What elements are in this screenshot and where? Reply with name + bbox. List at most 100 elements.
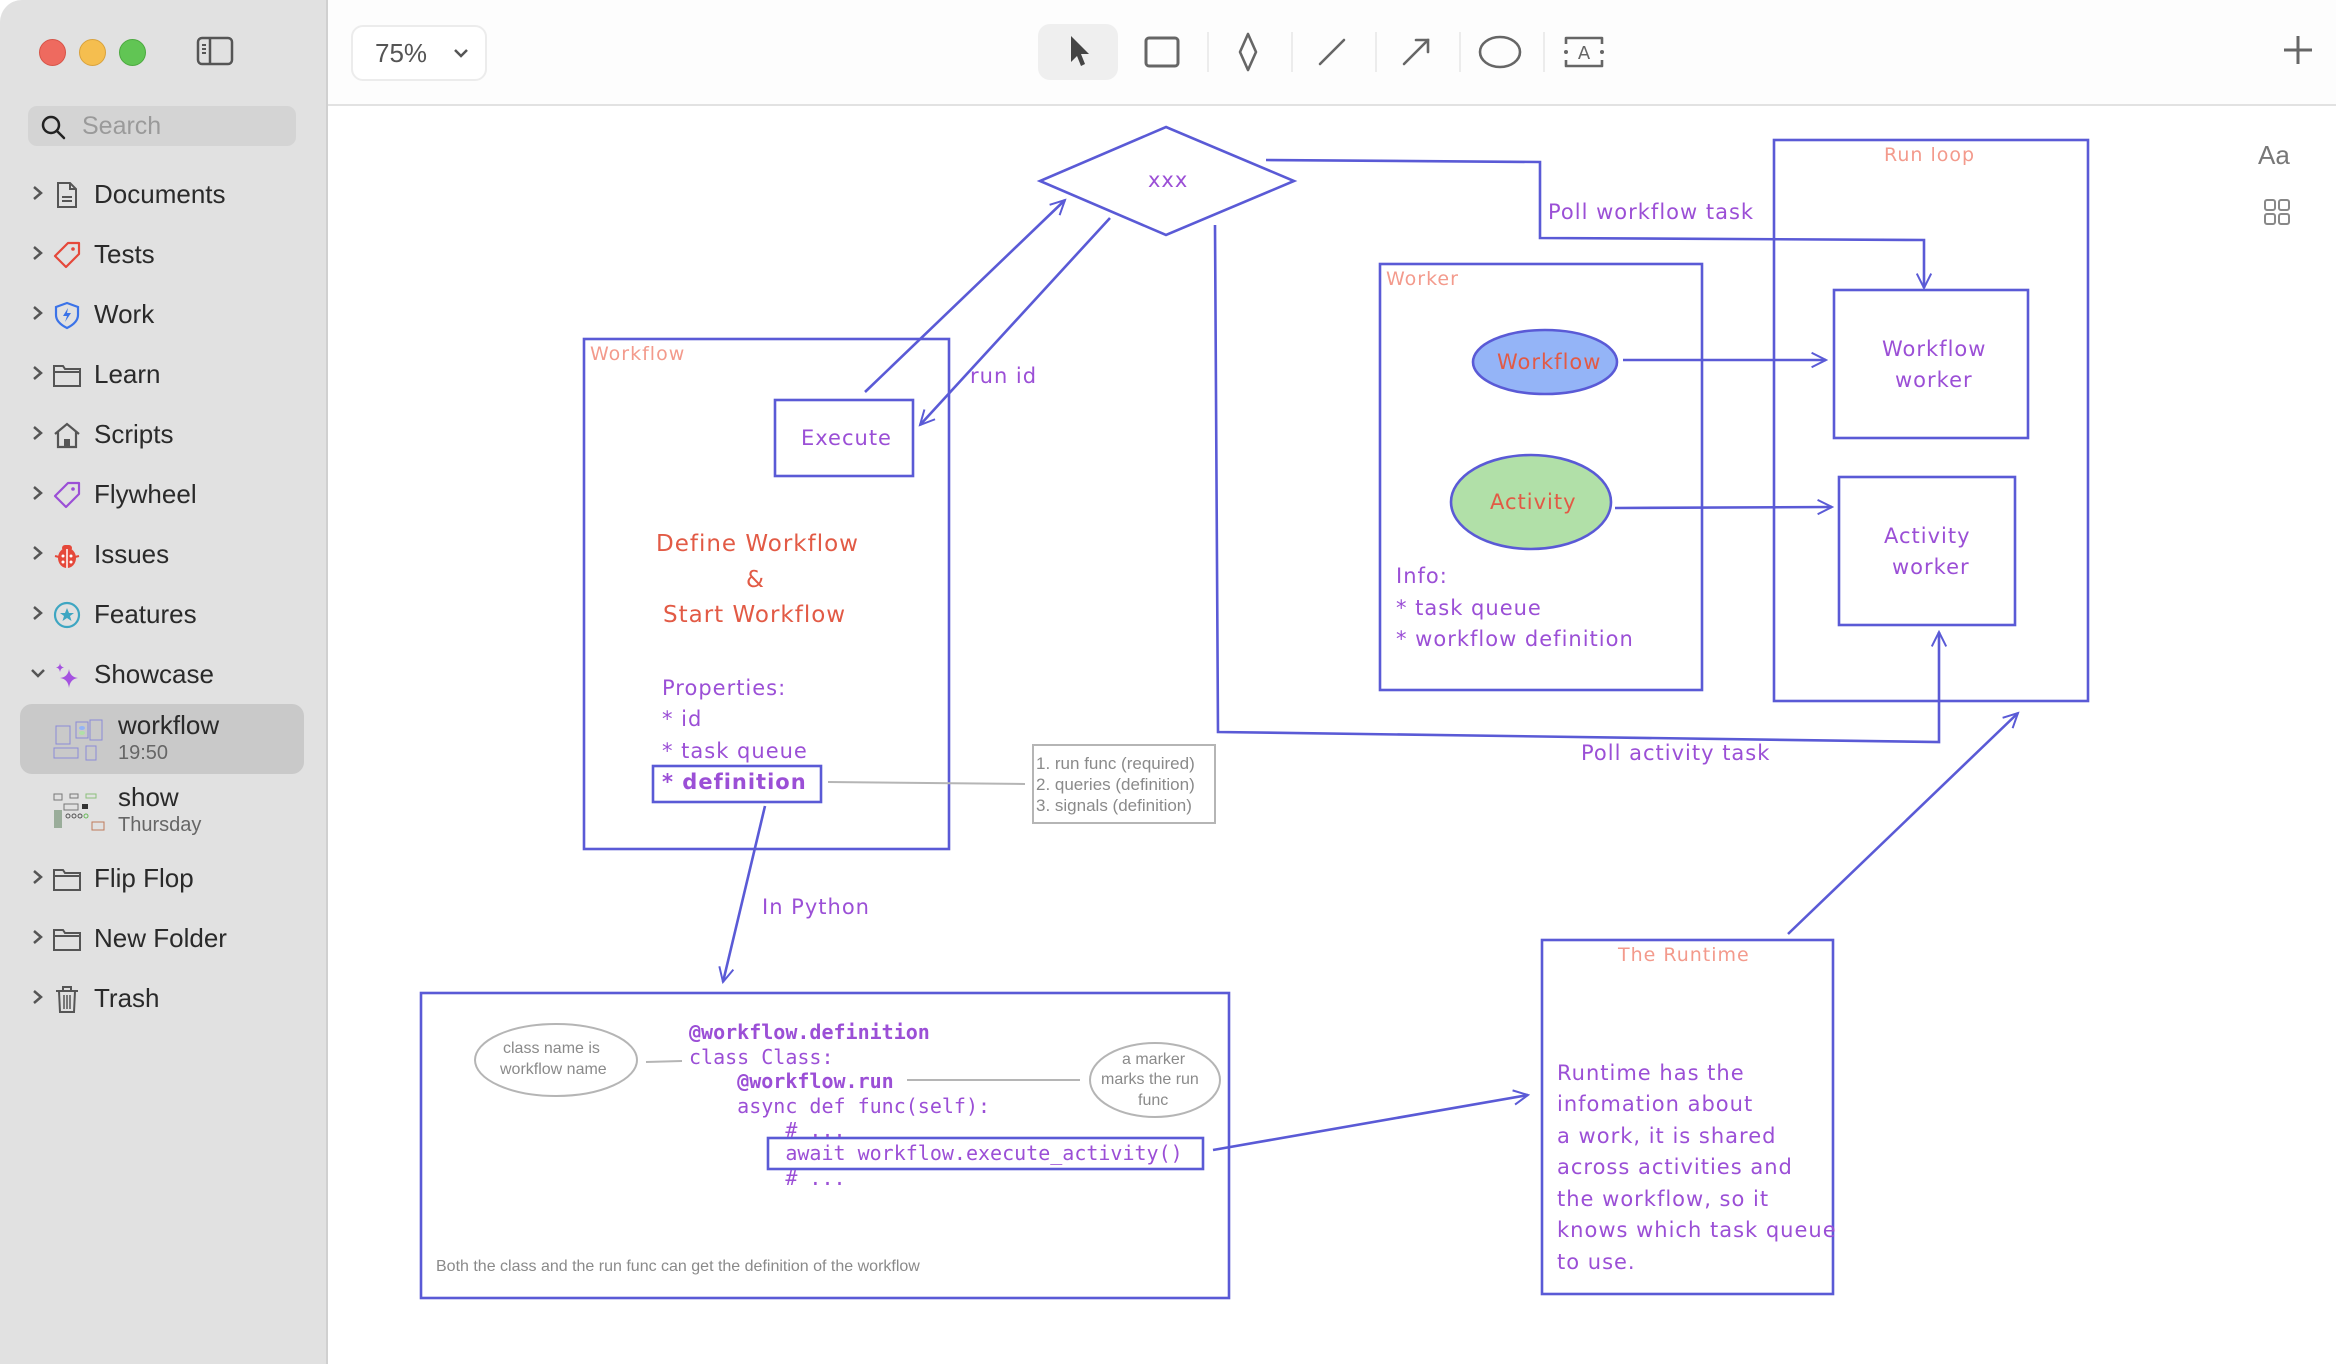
activity-to-runtime-arrow[interactable]	[1212, 1095, 1528, 1152]
code-line: @workflow.definition	[689, 1020, 930, 1044]
marker-note-line: marks the run	[1101, 1071, 1199, 1088]
sidebar-item-issues[interactable]: Issues	[0, 530, 326, 580]
poll-workflow-arrow[interactable]	[1265, 158, 1924, 288]
code-line: @workflow.run	[689, 1069, 894, 1093]
document-item-workflow[interactable]: workflow 19:50	[20, 704, 304, 774]
info-item: * workflow definition	[1396, 627, 1634, 651]
definition-note-connector	[827, 781, 1026, 785]
star-circle-icon	[53, 601, 81, 629]
line-icon	[1318, 38, 1346, 66]
class-note-line: class name is	[503, 1040, 600, 1057]
chevron-right-icon[interactable]	[30, 986, 46, 1008]
sidebar-item-label: Showcase	[94, 659, 214, 689]
search-input[interactable]: Search	[28, 106, 296, 146]
run-id-label: run id	[970, 364, 1038, 388]
chevron-right-icon[interactable]	[30, 182, 46, 204]
sidebar-item-features[interactable]: Features	[0, 590, 326, 640]
runtime-body-line: a work, it is shared	[1557, 1124, 1777, 1148]
sidebar-item-new-folder[interactable]: New Folder	[0, 914, 326, 964]
tag-icon	[53, 241, 81, 269]
sidebar-item-documents[interactable]: Documents	[0, 170, 326, 220]
search-placeholder: Search	[82, 112, 162, 140]
run-loop-box[interactable]	[1772, 138, 2090, 703]
sidebar-item-tests[interactable]: Tests	[0, 230, 326, 280]
poll-activity-label: Poll activity task	[1581, 741, 1771, 765]
code-line: # ...	[689, 1166, 846, 1190]
sidebar-item-label: Tests	[94, 239, 155, 269]
sidebar-item-trash[interactable]: Trash	[0, 974, 326, 1024]
class-note-ellipse[interactable]	[474, 1023, 638, 1097]
folder-icon	[53, 929, 81, 951]
diamond-tool-button[interactable]	[1208, 24, 1288, 80]
runtime-to-runloop-arrow[interactable]	[1787, 713, 2018, 935]
sidebar-item-scripts[interactable]: Scripts	[0, 410, 326, 460]
chevron-right-icon[interactable]	[30, 482, 46, 504]
sidebar-item-showcase[interactable]: Showcase	[0, 650, 326, 700]
sidebar-item-flip-flop[interactable]: Flip Flop	[0, 854, 326, 904]
run-loop-title: Run loop	[1884, 144, 1976, 166]
marker-note-line: func	[1138, 1092, 1169, 1109]
rectangle-icon	[1144, 36, 1180, 68]
line-tool-button[interactable]	[1292, 24, 1372, 80]
code-line: async def func(self):	[689, 1094, 991, 1118]
chevron-right-icon[interactable]	[30, 602, 46, 624]
ampersand-heading: &	[746, 567, 765, 593]
ellipse-tool-button[interactable]	[1460, 24, 1540, 80]
ellipse-icon	[1478, 35, 1522, 69]
svg-text:A: A	[1578, 43, 1591, 64]
chevron-right-icon[interactable]	[30, 362, 46, 384]
folder-icon	[53, 869, 81, 891]
runtime-body-line: Runtime has the	[1557, 1061, 1745, 1085]
font-style-button[interactable]: Aa	[2258, 140, 2290, 171]
arrow-tool-button[interactable]	[1376, 24, 1456, 80]
shield-bolt-icon	[54, 301, 80, 330]
sidebar-item-label: Scripts	[94, 419, 174, 449]
document-item-show[interactable]: show Thursday	[20, 776, 304, 846]
chevron-right-icon[interactable]	[30, 542, 46, 564]
runtime-body-line: knows which task queue	[1557, 1218, 1837, 1242]
chevron-right-icon[interactable]	[30, 926, 46, 948]
poll-activity-arrow[interactable]	[1213, 224, 1939, 744]
rectangle-tool-button[interactable]	[1122, 24, 1202, 80]
runtime-body-line: infomation about	[1557, 1092, 1754, 1116]
code-line: class Class:	[689, 1045, 834, 1069]
sidebar-item-work[interactable]: Work	[0, 290, 326, 340]
zoom-level-select[interactable]: 75%	[351, 25, 487, 81]
text-tool-button[interactable]: A	[1544, 24, 1624, 80]
arrow-icon	[1402, 38, 1430, 66]
add-plus-icon[interactable]	[2280, 30, 2316, 70]
grid-icon[interactable]	[2262, 198, 2292, 226]
activity-worker-label: Activity	[1884, 524, 1971, 548]
close-window-button[interactable]	[39, 39, 66, 66]
activity-to-worker-arrow[interactable]	[1614, 507, 1832, 508]
sidebar-toggle-icon[interactable]	[196, 36, 234, 66]
workflow-worker-box[interactable]	[1832, 288, 2030, 440]
zoom-window-button[interactable]	[119, 39, 146, 66]
chevron-right-icon[interactable]	[30, 302, 46, 324]
workflow-box-title: Workflow	[590, 343, 686, 365]
select-tool-button[interactable]	[1038, 24, 1118, 80]
in-python-arrow[interactable]	[723, 805, 767, 982]
property-item: * task queue	[662, 739, 808, 763]
zoom-level-value: 75%	[375, 38, 428, 68]
info-title: Info:	[1396, 564, 1448, 588]
definition-note-line: 1. run func (required)	[1036, 754, 1195, 773]
chevron-right-icon[interactable]	[30, 242, 46, 264]
info-item: * task queue	[1396, 596, 1542, 620]
house-icon	[54, 422, 80, 449]
run-id-arrow[interactable]	[920, 217, 1111, 425]
sidebar-item-flywheel[interactable]: Flywheel	[0, 470, 326, 520]
chevron-right-icon[interactable]	[30, 866, 46, 888]
minimize-window-button[interactable]	[79, 39, 106, 66]
code-box-footer: Both the class and the run func can get …	[436, 1258, 920, 1275]
definition-note-line: 3. signals (definition)	[1036, 796, 1192, 815]
class-note-connector	[645, 1060, 683, 1063]
chevron-right-icon[interactable]	[30, 422, 46, 444]
property-item: * id	[662, 707, 703, 731]
sidebar-item-learn[interactable]: Learn	[0, 350, 326, 400]
folder-icon	[53, 365, 81, 387]
activity-ellipse-label: Activity	[1490, 490, 1577, 514]
activity-worker-box[interactable]	[1837, 475, 2017, 627]
chevron-down-icon[interactable]	[30, 662, 46, 684]
code-line: await workflow.execute_activity()	[689, 1141, 1183, 1165]
